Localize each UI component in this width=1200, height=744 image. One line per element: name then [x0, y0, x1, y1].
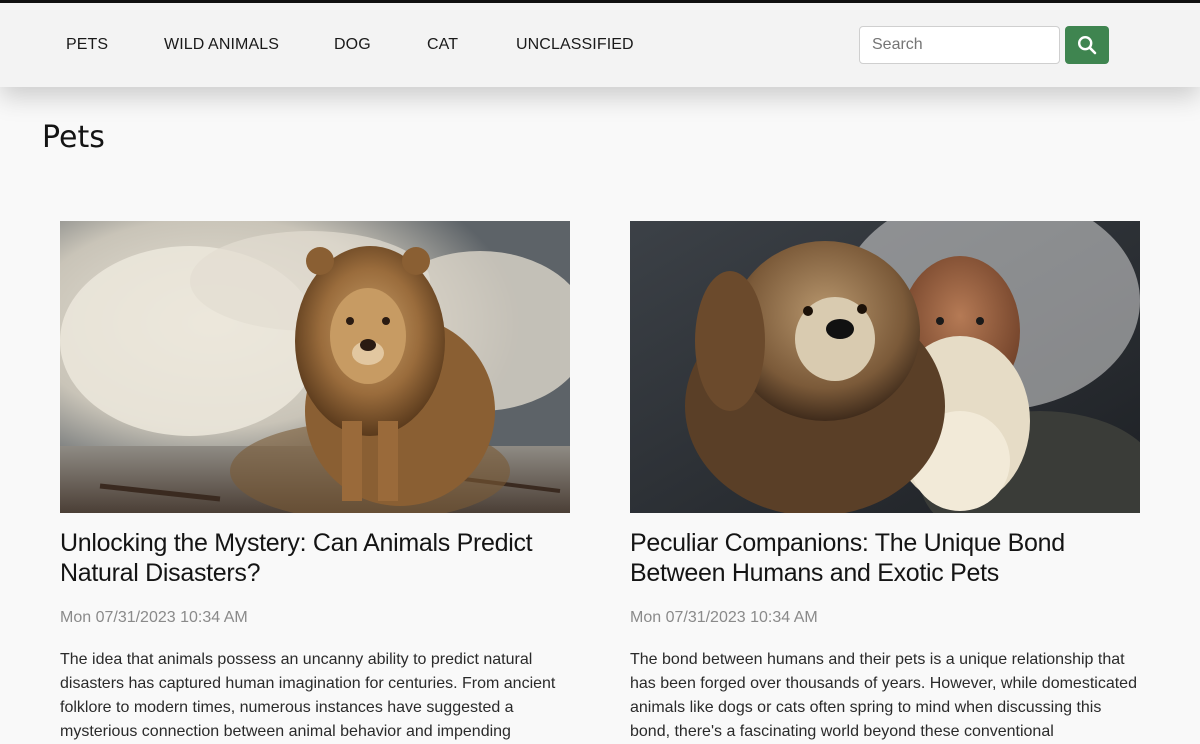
- article-excerpt: The bond between humans and their pets i…: [630, 651, 1137, 740]
- search-input[interactable]: [859, 26, 1060, 64]
- nav-item-pets[interactable]: PETS: [66, 36, 108, 54]
- article-card: Unlocking the Mystery: Can Animals Predi…: [60, 221, 570, 744]
- dog-and-old-man-image[interactable]: [630, 221, 1140, 513]
- page-title: Pets: [42, 120, 105, 155]
- article-card: Peculiar Companions: The Unique Bond Bet…: [630, 221, 1140, 744]
- nav-item-cat[interactable]: CAT: [427, 36, 458, 54]
- nav-item-dog[interactable]: DOG: [334, 36, 371, 54]
- article-date: Mon 07/31/2023 10:34 AM: [60, 609, 248, 626]
- article-title[interactable]: Unlocking the Mystery: Can Animals Predi…: [60, 528, 570, 588]
- search-button[interactable]: [1065, 26, 1109, 64]
- article-title[interactable]: Peculiar Companions: The Unique Bond Bet…: [630, 528, 1140, 588]
- site-header: PETS WILD ANIMALS DOG CAT UNCLASSIFIED: [0, 3, 1200, 87]
- article-date: Mon 07/31/2023 10:34 AM: [630, 609, 818, 626]
- article-excerpt: The idea that animals possess an uncanny…: [60, 651, 556, 740]
- search-icon: [1077, 35, 1097, 55]
- lion-image[interactable]: [60, 221, 570, 513]
- nav-item-wild-animals[interactable]: WILD ANIMALS: [164, 36, 279, 54]
- nav-item-unclassified[interactable]: UNCLASSIFIED: [516, 36, 634, 54]
